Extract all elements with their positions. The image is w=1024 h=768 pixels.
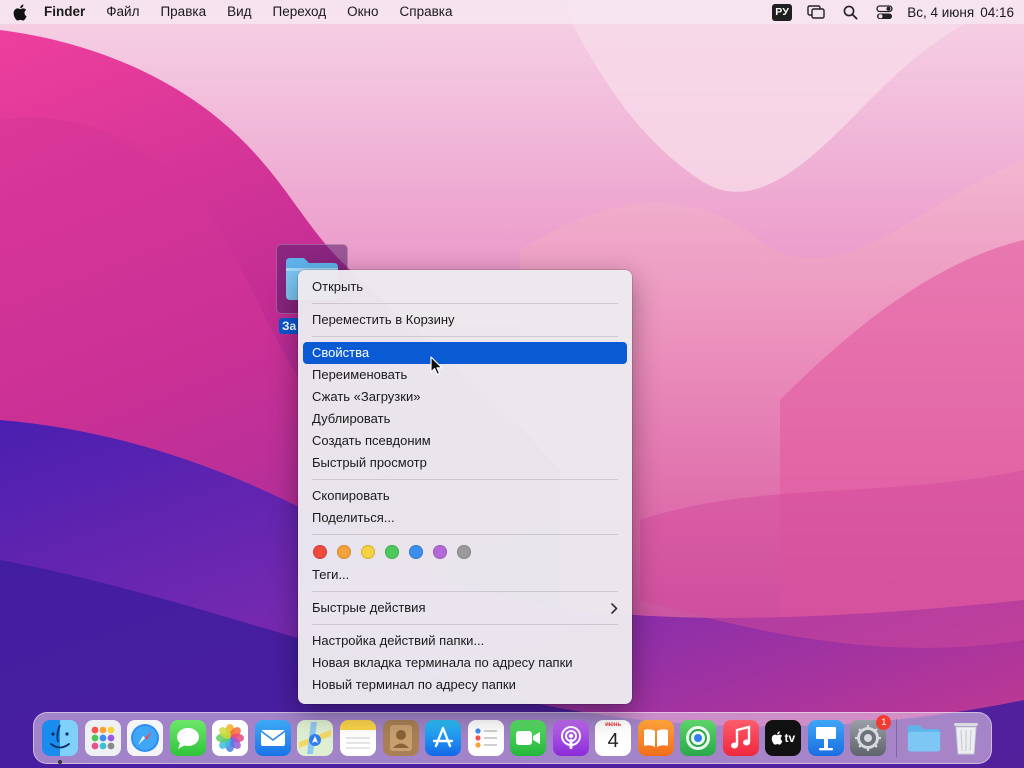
- tag-orange-dot[interactable]: [337, 545, 351, 559]
- menu-separator: [312, 534, 618, 535]
- notes-icon[interactable]: [339, 720, 376, 756]
- dock: июнь 4 tv 1: [33, 712, 992, 764]
- apple-tv-icon[interactable]: tv: [765, 720, 802, 756]
- input-source-label: РУ: [772, 3, 793, 21]
- menu-window[interactable]: Окно: [337, 0, 389, 24]
- menu-item-copy[interactable]: Скопировать: [303, 485, 627, 507]
- menu-item-duplicate[interactable]: Дублировать: [303, 408, 627, 430]
- menu-separator: [312, 479, 618, 480]
- maps-icon[interactable]: [297, 720, 334, 756]
- menu-separator: [312, 591, 618, 592]
- tag-green-dot[interactable]: [385, 545, 399, 559]
- reminders-icon[interactable]: [467, 720, 504, 756]
- dock-divider: [895, 719, 897, 757]
- tag-yellow-dot[interactable]: [361, 545, 375, 559]
- finder-icon[interactable]: [42, 720, 79, 764]
- keynote-icon[interactable]: [807, 720, 844, 756]
- menu-help[interactable]: Справка: [389, 0, 463, 24]
- clock-time: 04:16: [980, 4, 1014, 20]
- podcasts-icon[interactable]: [552, 720, 589, 756]
- menu-go[interactable]: Переход: [262, 0, 337, 24]
- menubar-clock[interactable]: Вс, 4 июня 04:16: [901, 5, 1014, 20]
- menu-separator: [312, 303, 618, 304]
- menu-item-new-terminal-tab[interactable]: Новая вкладка терминала по адресу папки: [303, 652, 627, 674]
- running-indicator: [58, 760, 63, 764]
- safari-icon[interactable]: [127, 720, 164, 756]
- menu-item-new-terminal[interactable]: Новый терминал по адресу папки: [303, 674, 627, 696]
- photos-icon[interactable]: [212, 720, 249, 756]
- menu-separator: [312, 336, 618, 337]
- tag-purple-dot[interactable]: [433, 545, 447, 559]
- chevron-right-icon: [611, 597, 618, 619]
- messages-icon[interactable]: [169, 720, 206, 756]
- control-center-icon[interactable]: [867, 0, 901, 24]
- tag-red-dot[interactable]: [313, 545, 327, 559]
- menu-item-make-alias[interactable]: Создать псевдоним: [303, 430, 627, 452]
- menu-bar: Finder Файл Правка Вид Переход Окно Спра…: [0, 0, 1024, 24]
- downloads-folder-icon[interactable]: [906, 720, 942, 756]
- find-my-icon[interactable]: [680, 720, 717, 756]
- system-settings-icon[interactable]: 1: [850, 715, 892, 756]
- calendar-day-label: 4: [607, 730, 619, 752]
- music-icon[interactable]: [722, 720, 759, 756]
- calendar-month-label: июнь: [605, 722, 622, 728]
- menu-item-get-info[interactable]: Свойства: [303, 342, 627, 364]
- tag-color-row: [303, 540, 627, 564]
- menu-item-rename[interactable]: Переименовать: [303, 364, 627, 386]
- tag-gray-dot[interactable]: [457, 545, 471, 559]
- menu-item-open[interactable]: Открыть: [303, 276, 627, 298]
- menu-item-tags[interactable]: Теги...: [303, 564, 627, 586]
- calendar-icon[interactable]: июнь 4: [595, 720, 632, 756]
- menu-edit[interactable]: Правка: [150, 0, 217, 24]
- apple-icon[interactable]: [0, 0, 40, 24]
- menu-view[interactable]: Вид: [217, 0, 262, 24]
- menu-item-move-to-trash[interactable]: Переместить в Корзину: [303, 309, 627, 331]
- menu-item-share[interactable]: Поделиться...: [303, 507, 627, 529]
- spotlight-search-icon[interactable]: [833, 0, 867, 24]
- menu-finder[interactable]: Finder: [40, 0, 96, 24]
- trash-icon[interactable]: [948, 720, 984, 756]
- context-menu: Открыть Переместить в Корзину Свойства П…: [298, 270, 632, 704]
- apple-tv-label: tv: [784, 731, 796, 745]
- status-area: РУ Вс, 4 июня 04:16: [765, 0, 1024, 24]
- menu-item-quick-look[interactable]: Быстрый просмотр: [303, 452, 627, 474]
- clock-date: Вс, 4 июня: [907, 4, 975, 20]
- tag-blue-dot[interactable]: [409, 545, 423, 559]
- facetime-icon[interactable]: [510, 720, 547, 756]
- launchpad-icon[interactable]: [84, 720, 121, 756]
- menu-item-quick-actions-label: Быстрые действия: [312, 600, 426, 615]
- books-icon[interactable]: [637, 720, 674, 756]
- menu-item-quick-actions[interactable]: Быстрые действия: [303, 597, 627, 619]
- input-source-menu[interactable]: РУ: [765, 0, 799, 24]
- menu-item-compress[interactable]: Сжать «Загрузки»: [303, 386, 627, 408]
- menu-item-folder-actions-setup[interactable]: Настройка действий папки...: [303, 630, 627, 652]
- menu-separator: [312, 624, 618, 625]
- screen-mirroring-icon[interactable]: [799, 0, 833, 24]
- mouse-pointer-icon: [430, 356, 444, 381]
- mail-icon[interactable]: [254, 720, 291, 756]
- menu-file[interactable]: Файл: [96, 0, 150, 24]
- app-store-icon[interactable]: [425, 720, 462, 756]
- notification-badge: 1: [876, 715, 892, 730]
- contacts-icon[interactable]: [382, 720, 419, 756]
